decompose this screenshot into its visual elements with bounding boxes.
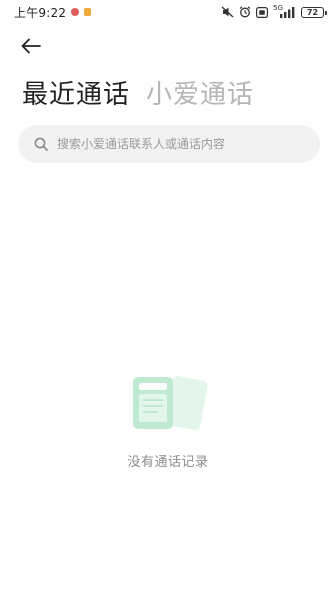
alarm-icon	[239, 6, 251, 18]
notification-app-icon	[84, 8, 92, 16]
status-right: 5G 72	[221, 3, 327, 18]
call-log-empty-icon	[128, 372, 212, 436]
mute-icon	[221, 6, 234, 18]
notification-app-icon	[71, 8, 80, 16]
back-button[interactable]	[20, 34, 48, 58]
search-input[interactable]	[57, 137, 320, 151]
tab-xiaoai-calls[interactable]: 小爱通话	[146, 78, 254, 112]
status-left: 上午9:22	[14, 4, 92, 21]
network-type: 5G	[273, 3, 283, 12]
nfc-icon	[256, 6, 269, 18]
search-icon	[34, 137, 48, 151]
arrow-left-icon	[21, 38, 41, 54]
call-log-screen: 上午9:22 5G 72 最近通话 小爱通话 搜索小爱通话联系人或通话内容 没有…	[0, 0, 336, 600]
signal-icon: 5G	[273, 3, 296, 18]
battery-indicator: 72	[301, 6, 327, 18]
status-bar: 上午9:22 5G 72	[0, 0, 336, 24]
search-bar[interactable]	[18, 125, 320, 163]
empty-state-message: 没有通话记录	[127, 455, 209, 470]
tab-recent-calls[interactable]: 最近通话	[22, 78, 130, 112]
tab-bar: 最近通话 小爱通话	[22, 78, 254, 112]
status-time: 上午9:22	[14, 5, 67, 20]
